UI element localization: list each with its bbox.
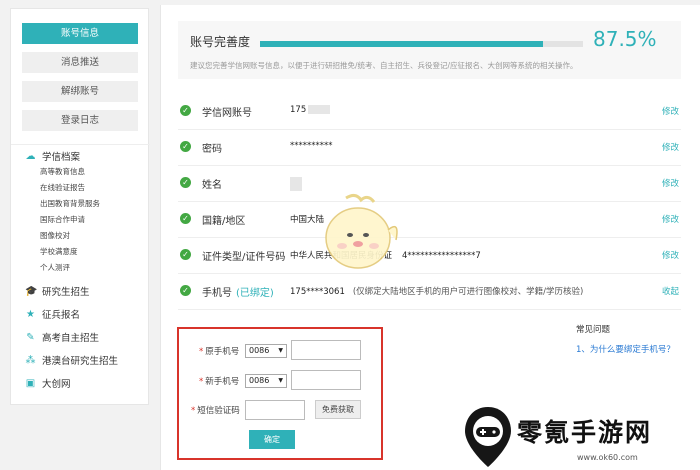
sidebar-item-intl-coop[interactable]: 国际合作申请 [40,214,85,225]
phone-value: 175****3061 [290,287,345,297]
sidebar-section-label: 学信档案 [42,152,81,163]
new-phone-input[interactable] [291,370,361,390]
check-icon: ✓ [180,249,191,260]
sidebar-section-label: 大创网 [42,379,71,390]
new-phone-label: * 新手机号 [199,377,240,387]
old-phone-label: * 原手机号 [199,347,240,357]
sidebar-item-satisfaction[interactable]: 学校满意度 [40,246,78,257]
submit-button[interactable]: 确定 [249,430,295,449]
completeness-progress-bar [260,41,583,47]
sidebar-section-dachuang[interactable]: ▣ 大创网 [25,376,71,391]
mascot-sticker [325,193,398,269]
completeness-title: 账号完善度 [190,35,251,49]
row-value: 175 [290,105,331,115]
check-icon: ✓ [180,105,191,116]
dropdown-arrow-icon: ▼ [278,377,283,384]
sidebar-section-label: 研究生招生 [42,287,90,298]
watermark-text: 零氪手游网 [517,418,653,447]
row-password: ✓ 密码 ********** 修改 [178,130,681,166]
account-value: 175 [290,105,307,115]
row-label: 手机号 (已绑定) [202,284,274,299]
completeness-progress-fill [260,41,543,47]
id-number: 4****************7 [402,251,481,261]
graduation-cap-icon: 🎓 [25,285,38,297]
pencil-icon: ✎ [26,331,35,343]
star-icon: ★ [26,308,35,320]
sidebar-item-self-test[interactable]: 个人测评 [40,262,70,273]
sidebar-section-hmt[interactable]: ⁂ 港澳台研究生招生 [25,353,119,368]
phone-label: 手机号 [202,288,232,299]
new-country-code-select[interactable]: 0086 ▼ [245,374,287,388]
row-value: ********** [290,141,333,151]
faq-title: 常见问题 [576,325,611,335]
sidebar-section-enlistment[interactable]: ★ 征兵报名 [25,307,81,322]
sidebar: 账号信息 消息推送 解绑账号 登录日志 ☁ 学信档案 高等教育信息 在线验证报告… [10,8,150,405]
old-phone-input[interactable] [291,340,361,360]
sidebar-section-gaokao[interactable]: ✎ 高考自主招生 [25,330,100,345]
masked-block [290,177,302,191]
faq-link[interactable]: 1、为什么要绑定手机号？ [576,343,675,355]
cloud-icon: ☁ [25,150,36,162]
masked-block [308,105,331,114]
sms-code-label: * 短信验证码 [191,406,240,416]
watermark-url: www.ok60.com [577,453,638,462]
old-country-code-select[interactable]: 0086 ▼ [245,344,287,358]
collapse-phone-link[interactable]: 收起 [662,285,679,297]
bound-badge: (已绑定) [236,288,274,299]
sidebar-divider [11,144,150,145]
sidebar-item-image-check[interactable]: 图像校对 [40,230,70,241]
edit-account-link[interactable]: 修改 [662,105,679,117]
edit-password-link[interactable]: 修改 [662,141,679,153]
sms-code-input[interactable] [245,400,305,420]
sidebar-section-label: 高考自主招生 [42,333,100,344]
sidebar-btn-message-push[interactable]: 消息推送 [22,52,138,73]
sidebar-section-label: 征兵报名 [42,310,81,321]
check-icon: ✓ [180,141,191,152]
sidebar-section-label: 港澳台研究生招生 [42,356,119,367]
dropdown-arrow-icon: ▼ [278,347,283,354]
row-value: 175****3061 (仅绑定大陆地区手机的用户可进行图像校对、学籍/学历核验) [290,285,583,297]
sidebar-btn-unbind-account[interactable]: 解绑账号 [22,81,138,102]
gamepad-logo-icon [465,407,511,467]
sidebar-section-xuexin[interactable]: ☁ 学信档案 [25,149,81,164]
sidebar-section-grad-admission[interactable]: 🎓 研究生招生 [25,284,90,299]
sidebar-item-abroad-service[interactable]: 出国教育背景服务 [40,198,100,209]
row-name: ✓ 姓名 修改 [178,166,681,202]
cluster-icon: ⁂ [25,354,36,366]
row-value [290,177,302,191]
check-icon: ✓ [180,177,191,188]
check-icon: ✓ [180,213,191,224]
get-code-button[interactable]: 免费获取 [315,400,361,419]
sidebar-btn-login-log[interactable]: 登录日志 [22,110,138,131]
completeness-percent: 87.5% [593,27,657,51]
row-account: ✓ 学信网账号 175 修改 [178,94,681,130]
main-panel: 账号完善度 87.5% 建议您完善学信网账号信息，以便于进行研招推免/统考、自主… [160,5,700,470]
sidebar-item-higher-edu[interactable]: 高等教育信息 [40,166,85,177]
row-label: 姓名 [202,180,222,191]
watermark: 零氪手游网 www.ok60.com [457,405,700,470]
edit-name-link[interactable]: 修改 [662,177,679,189]
board-icon: ▣ [25,377,36,389]
completeness-card: 账号完善度 87.5% 建议您完善学信网账号信息，以便于进行研招推免/统考、自主… [178,21,681,79]
sidebar-btn-account-info[interactable]: 账号信息 [22,23,138,44]
row-label: 国籍/地区 [202,216,246,227]
row-label: 学信网账号 [202,108,252,119]
check-icon: ✓ [180,285,191,296]
phone-note: (仅绑定大陆地区手机的用户可进行图像校对、学籍/学历核验) [352,287,584,297]
completeness-hint: 建议您完善学信网账号信息，以便于进行研招推免/统考、自主招生、兵役登记/应征报名… [190,61,578,70]
row-label: 证件类型/证件号码 [202,252,286,263]
row-label: 密码 [202,144,222,155]
change-phone-form: * 原手机号 0086 ▼ * 新手机号 0086 ▼ * 短信验证码 免费获取 确定 [177,327,383,460]
edit-nationality-link[interactable]: 修改 [662,213,679,225]
row-nationality: ✓ 国籍/地区 中国大陆 修改 [178,202,681,238]
row-phone: ✓ 手机号 (已绑定) 175****3061 (仅绑定大陆地区手机的用户可进行图像… [178,274,681,310]
row-id: ✓ 证件类型/证件号码 中华人民共和国居民身份证4***************… [178,238,681,274]
sidebar-item-online-report[interactable]: 在线验证报告 [40,182,85,193]
edit-id-link[interactable]: 修改 [662,249,679,261]
